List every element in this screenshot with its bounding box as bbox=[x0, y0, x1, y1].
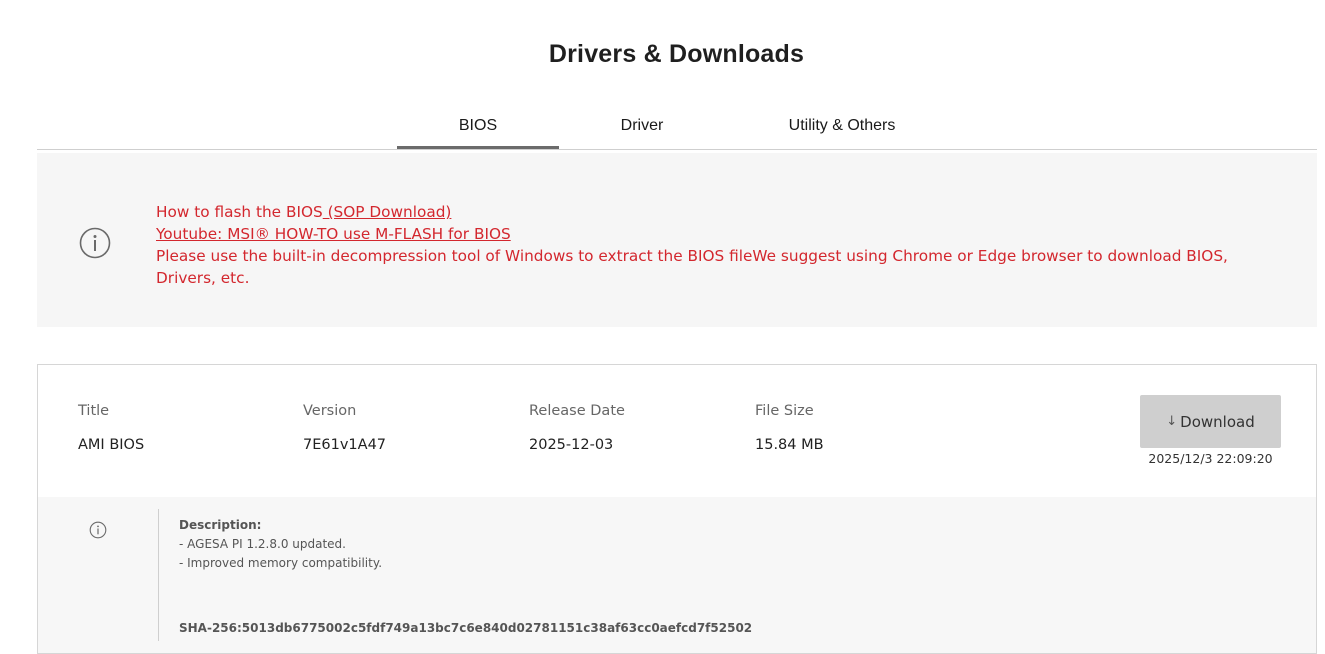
file-size-header: File Size bbox=[755, 403, 814, 419]
info-circle-icon bbox=[79, 227, 111, 259]
download-button[interactable]: ↓ Download bbox=[1140, 395, 1281, 448]
bios-download-card: Title AMI BIOS Version 7E61v1A47 Release… bbox=[37, 364, 1317, 654]
tab-bios[interactable]: BIOS bbox=[397, 104, 559, 149]
arrow-down-icon: ↓ bbox=[1166, 414, 1178, 429]
sop-download-link[interactable]: (SOP Download) bbox=[323, 203, 452, 221]
release-date-value: 2025-12-03 bbox=[529, 437, 614, 453]
info-circle-icon bbox=[89, 521, 107, 539]
sha256-checksum: SHA-256:5013db6775002c5fdf749a13bc7c6e84… bbox=[179, 621, 753, 635]
version-header: Version bbox=[303, 403, 357, 419]
title-header: Title bbox=[78, 403, 110, 419]
bios-notice-panel: How to flash the BIOS (SOP Download) You… bbox=[37, 153, 1317, 327]
file-size-column: File Size 15.84 MB bbox=[755, 403, 824, 453]
notice-text: How to flash the BIOS (SOP Download) You… bbox=[156, 201, 1286, 289]
notice-flash-text: How to flash the BIOS bbox=[156, 203, 323, 221]
download-label: Download bbox=[1180, 412, 1255, 431]
version-value: 7E61v1A47 bbox=[303, 437, 387, 453]
version-column: Version 7E61v1A47 bbox=[303, 403, 386, 453]
download-timestamp: 2025/12/3 22:09:20 bbox=[1148, 451, 1273, 466]
description-label: Description: bbox=[179, 518, 262, 532]
tab-utility-others[interactable]: Utility & Others bbox=[737, 104, 947, 148]
notice-decompression-text: Please use the built-in decompression to… bbox=[156, 247, 1228, 287]
description-line: - Improved memory compatibility. bbox=[179, 556, 383, 570]
description-divider bbox=[158, 509, 159, 641]
title-column: Title AMI BIOS bbox=[78, 403, 144, 453]
tab-driver[interactable]: Driver bbox=[562, 104, 722, 148]
tab-bar: BIOS Driver Utility & Others bbox=[37, 104, 1317, 150]
description-body: Description: - AGESA PI 1.2.8.0 updated.… bbox=[179, 516, 382, 573]
release-date-header: Release Date bbox=[529, 403, 625, 419]
description-panel: Description: - AGESA PI 1.2.8.0 updated.… bbox=[38, 497, 1316, 653]
page-title: Drivers & Downloads bbox=[548, 40, 805, 68]
description-line: - AGESA PI 1.2.8.0 updated. bbox=[179, 537, 346, 551]
title-value: AMI BIOS bbox=[78, 437, 145, 453]
file-size-value: 15.84 MB bbox=[755, 437, 824, 453]
release-date-column: Release Date 2025-12-03 bbox=[529, 403, 625, 453]
youtube-mflash-link[interactable]: Youtube: MSI® HOW-TO use M-FLASH for BIO… bbox=[156, 225, 511, 243]
